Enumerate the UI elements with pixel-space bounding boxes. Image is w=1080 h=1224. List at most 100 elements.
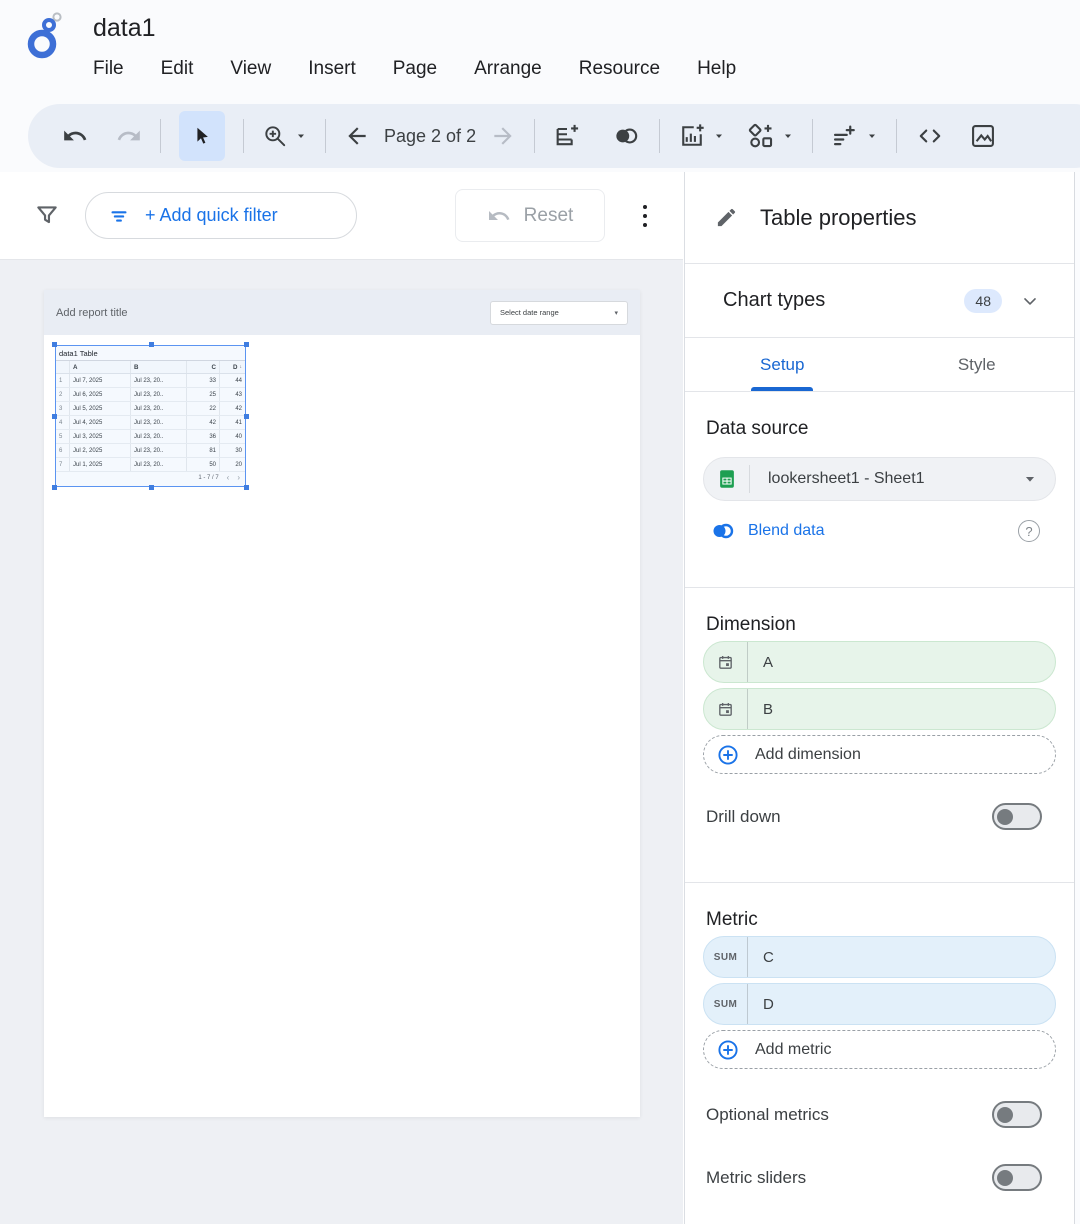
metric-sliders-toggle[interactable] [992, 1164, 1042, 1191]
add-metric-label: Add metric [755, 1041, 831, 1059]
report-title-placeholder[interactable]: Add report title [56, 307, 128, 319]
reset-label: Reset [524, 205, 574, 227]
add-page-icon[interactable] [553, 122, 581, 150]
date-range-control[interactable]: Select date range ▾ [490, 301, 628, 325]
metric-field-chip[interactable]: SUM D [703, 983, 1056, 1025]
app-header: data1 File Edit View Insert Page Arrange… [0, 0, 1080, 104]
add-control-button[interactable] [831, 122, 878, 150]
resize-handle[interactable] [149, 485, 154, 490]
menu-item[interactable]: Edit [161, 58, 194, 80]
chart-types-count-badge: 48 [964, 289, 1002, 313]
metric-sliders-row: Metric sliders [703, 1164, 1056, 1191]
metric-field-chip[interactable]: SUM C [703, 936, 1056, 978]
cell-c: 36 [186, 430, 219, 443]
metric-sliders-label: Metric sliders [706, 1168, 806, 1188]
toolbar-divider [243, 119, 244, 153]
chevron-down-icon [782, 130, 794, 142]
cell-c: 25 [186, 388, 219, 401]
resize-handle[interactable] [52, 342, 57, 347]
add-control-icon [831, 122, 859, 150]
cell-d: 20 [219, 458, 245, 471]
looker-studio-logo-icon[interactable] [24, 10, 66, 60]
add-dimension-button[interactable]: Add dimension [703, 735, 1056, 774]
menu-item[interactable]: Help [697, 58, 736, 80]
row-number: 7 [56, 458, 69, 471]
toolbar-divider [325, 119, 326, 153]
page-indicator[interactable]: Page 2 of 2 [384, 126, 476, 147]
menu-item[interactable]: Resource [579, 58, 660, 80]
embed-code-icon[interactable] [915, 123, 945, 149]
resize-handle[interactable] [244, 414, 249, 419]
column-header[interactable]: C [186, 361, 219, 373]
cell-c: 22 [186, 402, 219, 415]
column-header-sorted[interactable]: D↓ [219, 361, 245, 373]
menu-item[interactable]: File [93, 58, 124, 80]
add-chart-button[interactable] [678, 122, 725, 150]
date-range-label: Select date range [500, 308, 559, 317]
dimension-field-chip[interactable]: A [703, 641, 1056, 683]
document-title[interactable]: data1 [93, 14, 156, 43]
table-body: 1 Jul 7, 2025 Jul 23, 20.. 33 44 2 Jul 6… [56, 374, 245, 472]
reset-button[interactable]: Reset [455, 189, 605, 242]
undo-icon[interactable] [62, 123, 88, 149]
add-chart-icon [678, 122, 706, 150]
resize-handle[interactable] [52, 414, 57, 419]
resize-handle[interactable] [244, 485, 249, 490]
tab-setup[interactable]: Setup [685, 338, 880, 391]
toolbar-divider [534, 119, 535, 153]
column-header[interactable]: B [130, 361, 186, 373]
drill-down-toggle[interactable] [992, 803, 1042, 830]
metric-heading: Metric [706, 909, 1056, 931]
aggregation-label[interactable]: SUM [714, 952, 737, 963]
menu-item[interactable]: Insert [308, 58, 356, 80]
calendar-icon [717, 701, 734, 718]
cell-b: Jul 23, 20.. [130, 430, 186, 443]
filter-funnel-icon[interactable] [34, 202, 60, 228]
canvas-column: + Add quick filter Reset Add report titl… [0, 172, 683, 1224]
table-pagination: 1 - 7 / 7 ‹ › [56, 472, 245, 484]
resize-handle[interactable] [52, 485, 57, 490]
previous-page-icon[interactable] [344, 123, 370, 149]
menu-item[interactable]: View [230, 58, 271, 80]
aggregation-label[interactable]: SUM [714, 999, 737, 1010]
resize-handle[interactable] [149, 342, 154, 347]
menu-item[interactable]: Page [393, 58, 437, 80]
column-header[interactable]: A [69, 361, 130, 373]
table-chart-widget[interactable]: data1 Table A B C D↓ 1 [55, 345, 246, 487]
menu-item[interactable]: Arrange [474, 58, 542, 80]
add-community-visualization-button[interactable] [747, 122, 794, 150]
cell-b: Jul 23, 20.. [130, 444, 186, 457]
next-page-icon[interactable] [490, 123, 516, 149]
help-icon[interactable]: ? [1018, 520, 1040, 542]
blend-data-icon[interactable] [611, 123, 641, 149]
blend-data-link[interactable]: Blend data [748, 522, 825, 540]
tab-style[interactable]: Style [880, 338, 1075, 391]
zoom-tool[interactable] [262, 123, 307, 149]
toolbar-divider [659, 119, 660, 153]
row-number: 2 [56, 388, 69, 401]
resize-handle[interactable] [244, 342, 249, 347]
chart-types-expander[interactable]: Chart types 48 [685, 264, 1074, 338]
panel-scrollbar-gutter[interactable] [1074, 172, 1080, 1224]
table-row: 2 Jul 6, 2025 Jul 23, 20.. 25 43 [56, 388, 245, 402]
add-metric-button[interactable]: Add metric [703, 1030, 1056, 1069]
cell-a: Jul 2, 2025 [69, 444, 130, 457]
more-options-menu[interactable] [637, 200, 653, 232]
community-viz-icon [747, 122, 775, 150]
cell-b: Jul 23, 20.. [130, 458, 186, 471]
select-tool-button[interactable] [179, 111, 225, 161]
report-page[interactable]: Add report title Select date range ▾ [44, 290, 640, 1117]
data-source-value: lookersheet1 - Sheet1 [768, 470, 1023, 488]
optional-metrics-toggle[interactable] [992, 1101, 1042, 1128]
add-quick-filter-button[interactable]: + Add quick filter [85, 192, 357, 239]
pagination-next-icon[interactable]: › [237, 474, 240, 482]
row-number: 5 [56, 430, 69, 443]
cell-a: Jul 4, 2025 [69, 416, 130, 429]
dimension-field-chip[interactable]: B [703, 688, 1056, 730]
report-canvas[interactable]: Add report title Select date range ▾ [0, 261, 683, 1224]
redo-icon[interactable] [116, 123, 142, 149]
pagination-prev-icon[interactable]: ‹ [227, 474, 230, 482]
add-image-icon[interactable] [969, 122, 997, 150]
data-source-select[interactable]: lookersheet1 - Sheet1 [703, 457, 1056, 501]
dimension-chips: A B [703, 641, 1056, 730]
